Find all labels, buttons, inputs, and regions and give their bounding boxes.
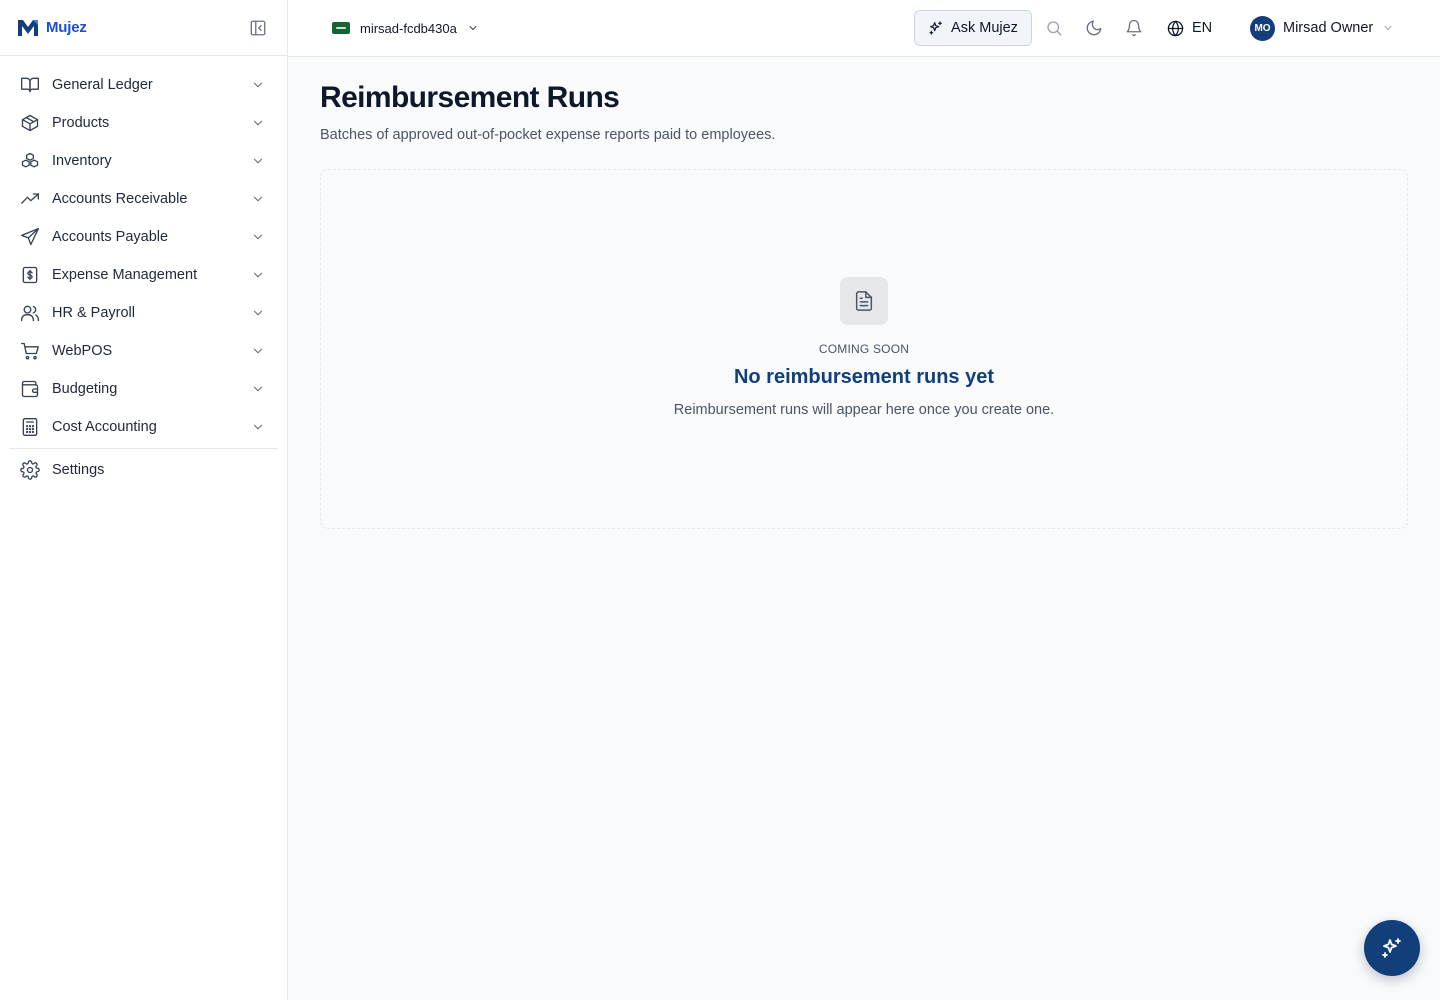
bell-icon[interactable] bbox=[1125, 19, 1143, 37]
sidebar-item-cost-accounting[interactable]: Cost Accounting bbox=[0, 408, 287, 446]
globe-icon bbox=[1167, 20, 1184, 36]
avatar: MO bbox=[1250, 15, 1275, 41]
shopping-cart-icon bbox=[21, 342, 39, 360]
calculator-icon bbox=[22, 418, 38, 436]
nav-divider bbox=[9, 448, 278, 449]
moon-icon[interactable] bbox=[1085, 19, 1103, 37]
book-open-icon bbox=[21, 77, 39, 93]
sidebar-item-label: Products bbox=[52, 115, 110, 131]
chevron-down-icon bbox=[253, 424, 263, 430]
sidebar-item-expense-management[interactable]: Expense Management bbox=[0, 256, 287, 294]
file-text-icon bbox=[855, 291, 873, 311]
chevron-down-icon bbox=[253, 82, 263, 88]
users-icon bbox=[21, 305, 39, 322]
sidebar-item-label: WebPOS bbox=[52, 343, 113, 359]
coming-soon-badge: COMING SOON bbox=[818, 342, 910, 356]
ask-mujez-button[interactable]: Ask Mujez bbox=[914, 10, 1032, 46]
sidebar-item-accounts-receivable[interactable]: Accounts Receivable bbox=[0, 180, 287, 218]
chevron-down-icon bbox=[253, 196, 263, 202]
org-name: mirsad-fcdb430a bbox=[360, 20, 457, 36]
package-icon bbox=[21, 114, 39, 132]
ask-mujez-label: Ask Mujez bbox=[951, 20, 1018, 36]
chevron-down-icon bbox=[253, 234, 263, 240]
empty-state-card: COMING SOON No reimbursement runs yet Re… bbox=[320, 169, 1408, 529]
user-name: Mirsad Owner bbox=[1283, 20, 1374, 36]
search-icon[interactable] bbox=[1045, 19, 1063, 37]
sidebar-item-label: Settings bbox=[52, 462, 105, 478]
collapse-sidebar-icon[interactable] bbox=[249, 19, 267, 37]
empty-state-description: Reimbursement runs will appear here once… bbox=[673, 402, 1055, 418]
send-icon bbox=[21, 228, 39, 246]
language-switcher[interactable]: EN bbox=[1167, 17, 1212, 39]
sidebar-item-label: General Ledger bbox=[52, 77, 153, 93]
user-menu[interactable]: MO Mirsad Owner bbox=[1250, 15, 1394, 41]
chevron-down-icon bbox=[253, 120, 263, 126]
main-content: Reimbursement Runs Batches of approved o… bbox=[288, 57, 1440, 1000]
sidebar-item-accounts-payable[interactable]: Accounts Payable bbox=[0, 218, 287, 256]
chevron-down-icon bbox=[253, 158, 263, 164]
top-bar: mirsad-fcdb430a Ask Mujez EN MO Mirsad O… bbox=[288, 0, 1440, 57]
sidebar-nav: General Ledger Products Inventory Accoun… bbox=[0, 56, 287, 489]
sidebar-item-label: Accounts Receivable bbox=[52, 191, 188, 207]
org-switcher[interactable]: mirsad-fcdb430a bbox=[324, 14, 487, 42]
page-subtitle: Batches of approved out-of-pocket expens… bbox=[320, 127, 776, 143]
brand-name[interactable]: Mujez bbox=[46, 19, 87, 36]
sidebar-item-products[interactable]: Products bbox=[0, 104, 287, 142]
chevron-down-icon bbox=[253, 310, 263, 316]
brand-header: Mujez bbox=[0, 0, 287, 56]
sidebar-item-label: Inventory bbox=[52, 153, 112, 169]
sidebar-item-label: Budgeting bbox=[52, 381, 118, 397]
gear-icon bbox=[20, 460, 40, 480]
empty-state-title: No reimbursement runs yet bbox=[733, 366, 995, 388]
receipt-dollar-icon bbox=[22, 266, 38, 284]
sidebar-item-label: Cost Accounting bbox=[52, 419, 157, 435]
saudi-flag-icon bbox=[332, 22, 350, 34]
boxes-icon bbox=[21, 152, 39, 168]
sidebar-item-general-ledger[interactable]: General Ledger bbox=[0, 66, 287, 104]
sidebar-item-label: Accounts Payable bbox=[52, 229, 169, 245]
chevron-down-icon bbox=[253, 348, 263, 354]
sidebar-item-budgeting[interactable]: Budgeting bbox=[0, 370, 287, 408]
chevron-down-icon bbox=[1384, 26, 1392, 30]
sidebar-item-settings[interactable]: Settings bbox=[0, 451, 287, 489]
sidebar-item-label: HR & Payroll bbox=[52, 305, 135, 321]
wallet-icon bbox=[21, 380, 39, 398]
chevron-down-icon bbox=[469, 26, 477, 30]
ai-assistant-fab[interactable] bbox=[1364, 920, 1420, 976]
sidebar-item-inventory[interactable]: Inventory bbox=[0, 142, 287, 180]
trending-up-icon bbox=[21, 193, 39, 204]
chevron-down-icon bbox=[253, 272, 263, 278]
sparkles-icon bbox=[929, 21, 942, 35]
empty-state-icon-box bbox=[840, 277, 888, 325]
page-title: Reimbursement Runs bbox=[320, 81, 620, 114]
language-label: EN bbox=[1192, 20, 1213, 36]
sidebar-item-webpos[interactable]: WebPOS bbox=[0, 332, 287, 370]
sidebar: Mujez General Ledger Products Inventory … bbox=[0, 0, 288, 1000]
sparkles-icon bbox=[1382, 938, 1401, 958]
sidebar-item-label: Expense Management bbox=[52, 267, 198, 283]
mujez-logo-icon[interactable] bbox=[16, 16, 40, 40]
chevron-down-icon bbox=[253, 386, 263, 392]
sidebar-item-hr-payroll[interactable]: HR & Payroll bbox=[0, 294, 287, 332]
